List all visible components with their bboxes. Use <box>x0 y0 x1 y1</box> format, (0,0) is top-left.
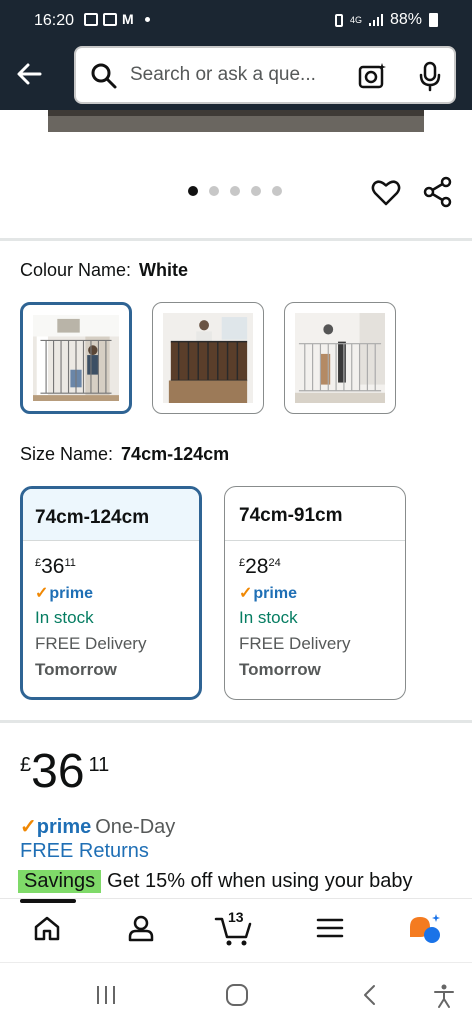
account-icon[interactable] <box>126 913 156 943</box>
colour-swatch-3[interactable] <box>284 302 396 414</box>
size-option-card[interactable]: 74cm-124cm £3611 ✓prime In stock FREE De… <box>20 486 202 700</box>
prime-check-icon: ✓ <box>239 585 253 602</box>
price-fraction: 11 <box>88 754 110 776</box>
savings-text: Get 15% off when using your baby <box>107 870 413 892</box>
free-returns-link[interactable]: FREE Returns <box>20 840 149 863</box>
image-carousel-dots <box>188 186 282 196</box>
size-label-row: Size Name: 74cm-124cm <box>20 444 229 465</box>
network-type: 4G <box>349 14 362 25</box>
active-tab-indicator <box>20 899 76 903</box>
search-input[interactable] <box>130 60 340 90</box>
search-box[interactable] <box>74 46 456 104</box>
recent-apps-icon[interactable] <box>94 983 118 1007</box>
battery-saver-icon <box>334 13 343 27</box>
colour-label-row: Colour Name: White <box>20 260 188 281</box>
prime-text: prime <box>253 585 297 602</box>
prime-check-icon: ✓ <box>35 585 49 602</box>
search-header <box>0 44 472 110</box>
heart-icon[interactable] <box>370 176 402 208</box>
back-arrow-icon[interactable] <box>14 58 46 90</box>
price-currency: £ <box>20 754 32 776</box>
carousel-dot[interactable] <box>230 186 240 196</box>
share-icon[interactable] <box>422 176 454 208</box>
prime-text: prime <box>36 816 92 838</box>
prime-text: prime <box>49 585 93 602</box>
prime-badge: ✓prime <box>35 583 199 605</box>
carousel-dot[interactable] <box>209 186 219 196</box>
rufus-ai-icon[interactable] <box>406 913 442 945</box>
home-circle-icon[interactable] <box>224 983 250 1007</box>
cart-count: 13 <box>228 909 244 925</box>
size-option-price: £2824 <box>239 555 405 579</box>
swatch-image <box>33 315 119 401</box>
battery-icon <box>429 13 438 27</box>
delivery-date: Tomorrow <box>239 660 321 679</box>
stock-status: In stock <box>35 608 94 627</box>
system-nav-bar <box>0 962 472 1024</box>
size-option-details: ✓prime In stock FREE Delivery Tomorrow <box>35 583 199 683</box>
size-value: 74cm-124cm <box>121 444 230 464</box>
product-image[interactable] <box>48 110 424 132</box>
size-option-price: £3611 <box>35 555 199 579</box>
savings-badge: Savings <box>18 870 102 893</box>
price-currency: £ <box>239 557 246 569</box>
size-label: Size Name: <box>20 444 114 464</box>
mail-icon <box>103 12 117 26</box>
savings-row[interactable]: Savings Get 15% off when using your baby <box>18 870 472 893</box>
size-option-details: ✓prime In stock FREE Delivery Tomorrow <box>239 583 405 683</box>
size-option-card[interactable]: 74cm-91cm £2824 ✓prime In stock FREE Del… <box>224 486 406 700</box>
status-bar: 16:20 M 4G 88% <box>0 0 472 44</box>
prime-one-day: ✓prime One-Day <box>20 814 175 839</box>
one-day-text: One-Day <box>95 816 176 838</box>
price-whole: 28 <box>245 555 269 578</box>
bottom-nav: 13 <box>0 898 472 962</box>
microphone-icon[interactable] <box>416 60 444 92</box>
home-icon[interactable] <box>32 913 62 943</box>
price-currency: £ <box>35 557 42 569</box>
status-time: 16:20 <box>34 12 75 29</box>
cart-button[interactable]: 13 <box>214 909 254 946</box>
swatch-image <box>163 313 253 403</box>
section-divider <box>0 238 472 241</box>
delivery-date: Tomorrow <box>35 660 117 679</box>
price-fraction: 24 <box>268 557 281 569</box>
prime-check-icon: ✓ <box>20 816 37 838</box>
section-divider <box>0 720 472 723</box>
battery-percent: 88% <box>389 11 422 28</box>
back-nav-icon[interactable] <box>360 983 380 1007</box>
more-notifications-icon <box>144 16 150 22</box>
signal-icon <box>368 14 383 26</box>
product-price: £36 11 <box>20 744 109 799</box>
gallery-icon <box>84 12 98 26</box>
size-option-name: 74cm-124cm <box>23 489 199 541</box>
colour-label: Colour Name: <box>20 260 132 280</box>
delivery-info: FREE Delivery <box>239 634 351 653</box>
system-indicators: 4G 88% <box>334 11 438 29</box>
camera-search-icon[interactable] <box>356 60 388 92</box>
colour-swatch-2[interactable] <box>152 302 264 414</box>
gmail-icon: M <box>122 11 134 27</box>
prime-badge: ✓prime <box>239 583 405 605</box>
stock-status: In stock <box>239 608 298 627</box>
carousel-dot[interactable] <box>251 186 261 196</box>
colour-swatch-1[interactable] <box>20 302 132 414</box>
colour-value: White <box>139 260 189 280</box>
search-icon <box>91 63 117 89</box>
carousel-dot[interactable] <box>188 186 198 196</box>
size-option-name: 74cm-91cm <box>225 487 405 541</box>
carousel-dot[interactable] <box>272 186 282 196</box>
menu-icon[interactable] <box>316 913 344 943</box>
price-whole: 36 <box>41 555 65 578</box>
accessibility-icon[interactable] <box>432 983 456 1009</box>
price-whole: 36 <box>31 745 85 798</box>
price-fraction: 11 <box>64 557 76 569</box>
delivery-info: FREE Delivery <box>35 634 147 653</box>
notification-icons: M <box>84 11 150 27</box>
swatch-image <box>295 313 385 403</box>
